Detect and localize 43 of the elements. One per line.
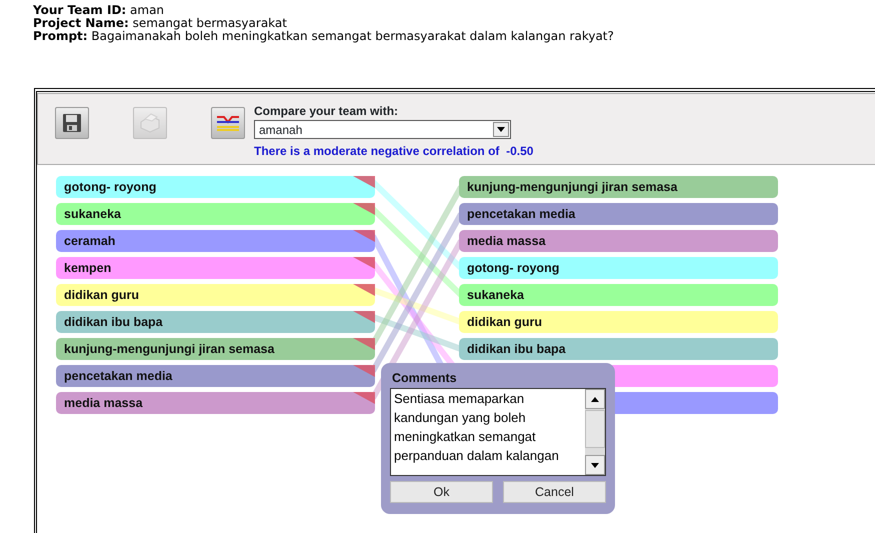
comment-flag-icon[interactable]: [353, 284, 375, 296]
info-line: Prompt: Bagaimanakah boleh meningkatkan semangat bermasyarakat dalam kalangan rakyat?: [33, 30, 615, 43]
list-item[interactable]: kempen: [56, 257, 375, 279]
scrollbar[interactable]: [585, 389, 605, 475]
list-item[interactable]: didikan ibu bapa: [459, 338, 778, 360]
list-item[interactable]: gotong- royong: [459, 257, 778, 279]
connections-icon: [216, 114, 240, 132]
comment-flag-icon[interactable]: [353, 365, 375, 377]
comment-flag-icon[interactable]: [353, 203, 375, 215]
dialog-title: Comments: [392, 371, 458, 385]
correlation-text: There is a moderate negative correlation of -0.50: [254, 143, 534, 160]
list-item[interactable]: didikan ibu bapa: [56, 311, 375, 333]
list-item[interactable]: didikan guru: [56, 284, 375, 306]
list-item[interactable]: kunjung-mengunjungi jiran semasa: [56, 338, 375, 360]
comment-flag-icon[interactable]: [353, 392, 375, 404]
comment-flag-icon[interactable]: [353, 257, 375, 269]
dropdown-arrow-icon: [497, 127, 505, 132]
info-line: Project Name: semangat bermasyarakat: [33, 17, 288, 30]
list-item[interactable]: didikan guru: [459, 311, 778, 333]
comment-flag-icon[interactable]: [353, 338, 375, 350]
compare-label: Compare your team with:: [254, 104, 400, 118]
list-item[interactable]: pencetakan media: [56, 365, 375, 387]
list-item[interactable]: ceramah: [56, 230, 375, 252]
list-item[interactable]: media massa: [56, 392, 375, 414]
list-item[interactable]: kunjung-mengunjungi jiran semasa: [459, 176, 778, 198]
comment-flag-icon[interactable]: [353, 311, 375, 323]
list-item[interactable]: gotong- royong: [56, 176, 375, 198]
ok-button[interactable]: Ok: [390, 481, 493, 503]
comment-flag-icon[interactable]: [353, 176, 375, 188]
save-button[interactable]: [55, 107, 89, 139]
printer-icon: [138, 112, 162, 134]
compare-button[interactable]: [211, 107, 245, 139]
scroll-down-icon[interactable]: [591, 462, 599, 468]
list-item[interactable]: pencetakan media: [459, 203, 778, 225]
list-item[interactable]: media massa: [459, 230, 778, 252]
cancel-button[interactable]: Cancel: [503, 481, 606, 503]
comment-field[interactable]: Sentiasa memaparkan kandungan yang boleh meningkatkan semangat perpanduan dalam kalangan: [390, 388, 606, 476]
comment-flag-icon[interactable]: [353, 230, 375, 242]
list-item[interactable]: sukaneka: [56, 203, 375, 225]
scroll-up-icon[interactable]: [591, 396, 599, 402]
list-item[interactable]: sukaneka: [459, 284, 778, 306]
team-dropdown[interactable]: amanah: [254, 120, 511, 139]
info-line: Your Team ID: aman: [33, 4, 166, 17]
